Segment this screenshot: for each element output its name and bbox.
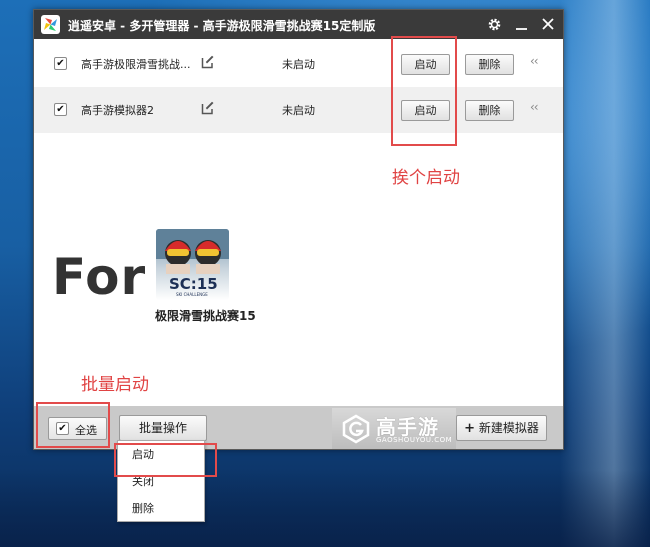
- game-icon-subtitle: SKI CHALLENGE: [176, 292, 208, 297]
- title-bar[interactable]: 逍遥安卓 - 多开管理器 - 高手游极限滑雪挑战赛15定制版: [34, 10, 563, 39]
- window-title: 逍遥安卓 - 多开管理器 - 高手游极限滑雪挑战赛15定制版: [68, 19, 376, 33]
- gaoshouyou-logo-icon: [342, 414, 370, 444]
- instance-checkbox[interactable]: ✔: [54, 103, 67, 116]
- instance-name: 高手游极限滑雪挑战...: [81, 58, 191, 71]
- game-name: 极限滑雪挑战赛15: [155, 309, 256, 323]
- instance-status: 未启动: [282, 104, 315, 117]
- menu-item-delete[interactable]: 删除: [118, 496, 204, 522]
- delete-button[interactable]: 删除: [465, 100, 514, 121]
- minimize-icon: [516, 28, 527, 30]
- batch-operation-button[interactable]: 批量操作: [119, 415, 207, 441]
- instance-row: ✔ 高手游极限滑雪挑战... 未启动 启动 删除 ‹‹: [34, 41, 563, 87]
- instance-name: 高手游模拟器2: [81, 104, 154, 117]
- annotation-one-by-one: 挨个启动: [392, 168, 460, 188]
- annotation-batch: 批量启动: [81, 375, 149, 395]
- desktop-light-beam: [560, 0, 650, 547]
- menu-start-highlight-box: [114, 443, 217, 477]
- double-chevron-left-icon[interactable]: ‹‹: [530, 54, 539, 68]
- edit-icon[interactable]: [201, 55, 215, 72]
- instance-row: ✔ 高手游模拟器2 未启动 启动 删除 ‹‹: [34, 87, 563, 133]
- app-logo-icon: [41, 15, 60, 34]
- close-icon: [541, 18, 554, 30]
- multi-instance-manager-window: 逍遥安卓 - 多开管理器 - 高手游极限滑雪挑战赛15定制版 ✔ 高手游极限滑雪…: [33, 9, 564, 450]
- game-icon-title: SC:15: [169, 275, 218, 293]
- settings-button[interactable]: [484, 14, 505, 35]
- close-button[interactable]: [537, 14, 558, 35]
- double-chevron-left-icon[interactable]: ‹‹: [530, 100, 539, 114]
- game-icon: SC:15 SKI CHALLENGE: [156, 229, 229, 300]
- brand-url: GAOSHOUYOU.COM: [376, 436, 453, 444]
- instance-checkbox[interactable]: ✔: [54, 57, 67, 70]
- start-highlight-box: [391, 36, 457, 146]
- gear-icon: [488, 18, 501, 31]
- gaoshouyou-watermark: 高手游 GAOSHOUYOU.COM: [332, 408, 456, 449]
- desktop-shadow: [0, 470, 650, 547]
- select-all-highlight-box: [36, 402, 110, 448]
- new-emulator-label: 新建模拟器: [478, 421, 539, 435]
- edit-icon[interactable]: [201, 101, 215, 118]
- delete-button[interactable]: 删除: [465, 54, 514, 75]
- instance-status: 未启动: [282, 58, 315, 71]
- minimize-button[interactable]: [511, 14, 532, 35]
- promo-for-text: For: [52, 248, 147, 306]
- new-emulator-button[interactable]: + 新建模拟器: [456, 415, 547, 441]
- plus-icon: +: [464, 421, 476, 436]
